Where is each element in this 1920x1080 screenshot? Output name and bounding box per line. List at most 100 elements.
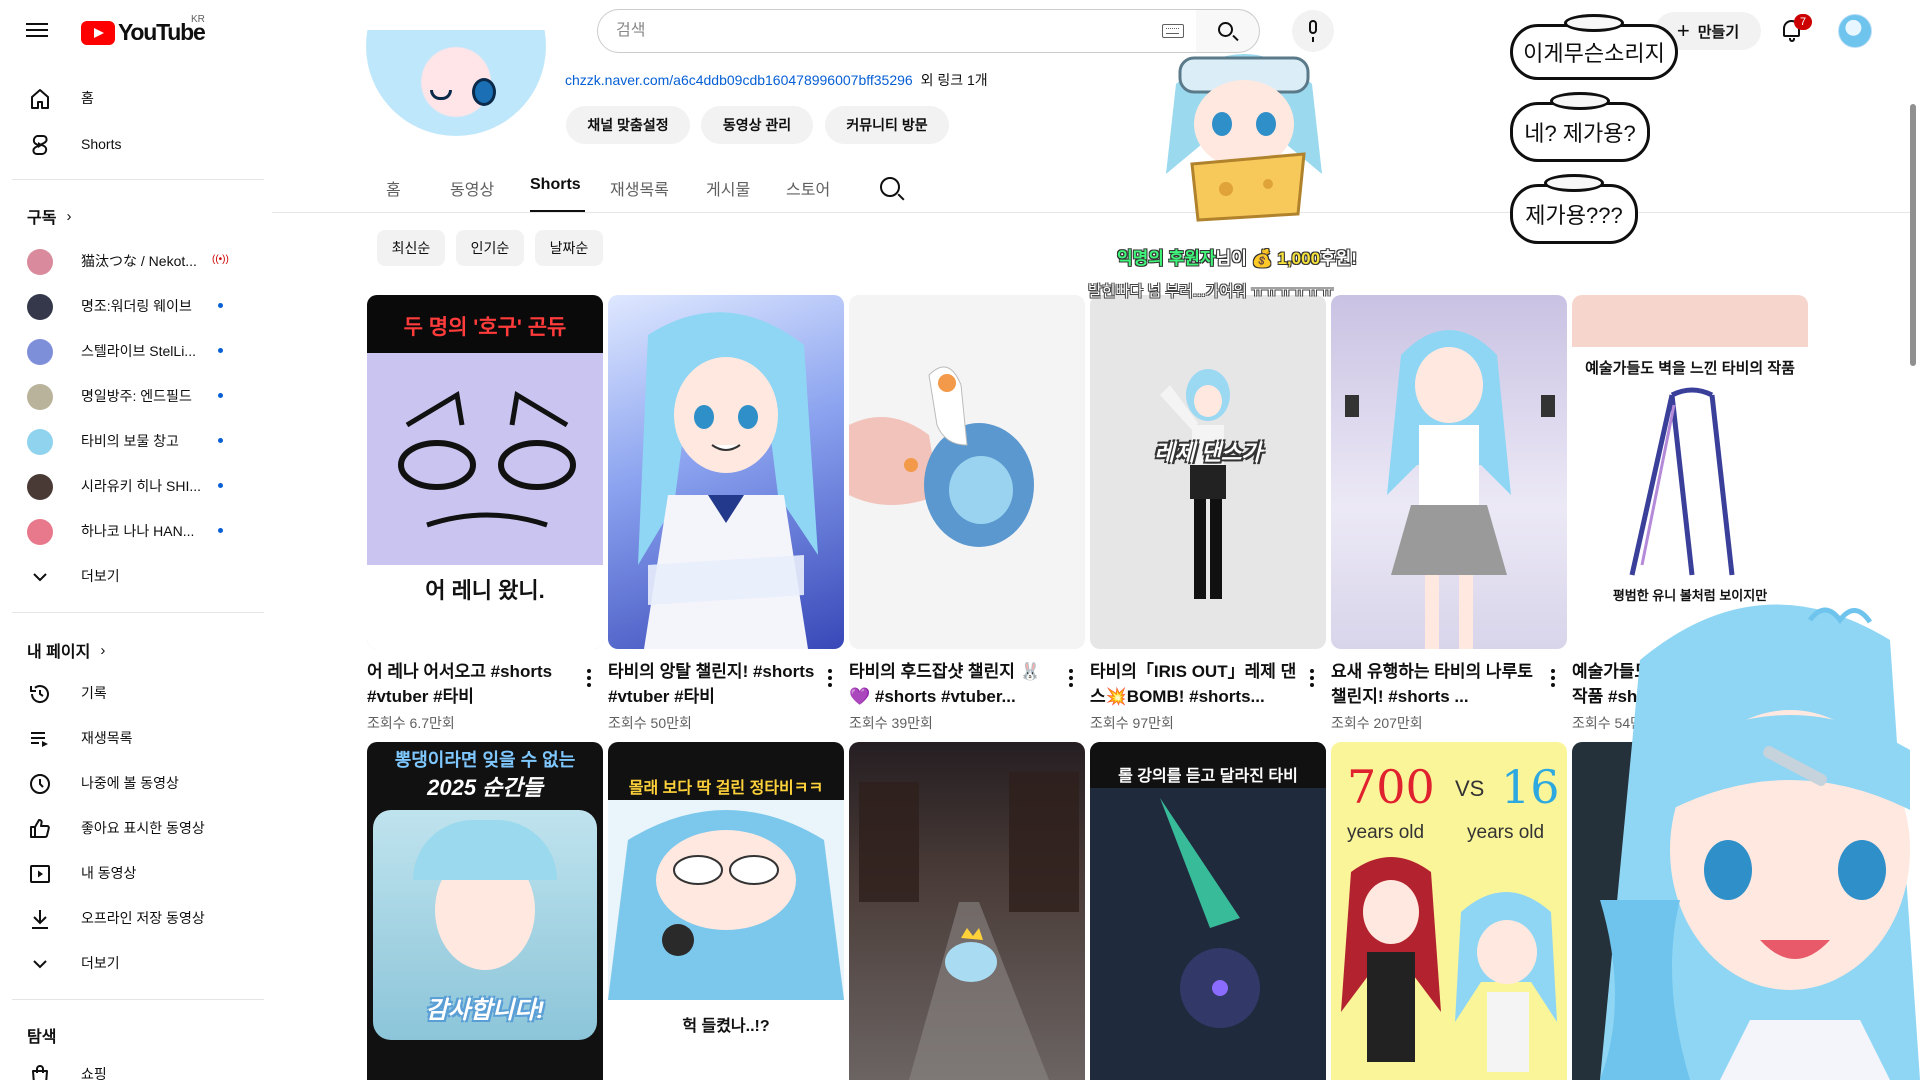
donation-text: 님이 💰 <box>1215 249 1273 268</box>
thumbnail-caption: 헉 들켰나..!? <box>682 1018 770 1035</box>
channel-links[interactable]: chzzk.naver.com/a6c4ddb09cdb160478996007… <box>565 70 988 90</box>
page-scrollbar[interactable] <box>1910 104 1916 366</box>
like-icon <box>30 819 50 838</box>
short-title[interactable]: 타비의 후드잡샷 챌린지 🐰 💜 #shorts #vtuber... <box>849 659 1057 709</box>
new-content-dot <box>218 348 223 353</box>
watch-later-icon <box>30 774 50 794</box>
create-label: 만들기 <box>1697 23 1740 41</box>
dancing-character-illustration <box>1345 330 1555 649</box>
sidebar-item-history[interactable]: 기록 <box>12 673 252 713</box>
short-thumbnail[interactable]: 롤 강의를 듣고 달라진 타비 <box>1090 742 1326 1080</box>
thumbnail-caption: 레제 댄스가 <box>1154 440 1262 465</box>
thumbnail-caption: 감사합니다! <box>425 997 545 1024</box>
sidebar-item-home[interactable]: 홈 <box>12 78 252 118</box>
manage-videos-button[interactable]: 동영상 관리 <box>701 106 813 144</box>
sidebar-item-subscription[interactable]: 명일방주: 엔드필드 <box>12 376 252 416</box>
channel-avatar-large[interactable] <box>366 30 546 136</box>
sidebar-item-label: Shorts <box>81 136 122 152</box>
sidebar-item-shopping[interactable]: 쇼핑 <box>12 1054 252 1080</box>
search-box <box>597 9 1197 53</box>
my-videos-icon <box>30 865 50 883</box>
tab-home[interactable]: 홈 <box>386 176 401 200</box>
channel-avatar <box>27 294 53 320</box>
short-title[interactable]: 어 레나 어서오고 #shorts #vtuber #타비 <box>367 659 575 709</box>
new-content-dot <box>218 483 223 488</box>
sidebar-item-subscription[interactable]: 시라유키 히나 SHI... <box>12 466 252 506</box>
short-title[interactable]: 타비의 앙탈 챌린지! #shorts #vtuber #타비 <box>608 659 816 709</box>
chip-popular[interactable]: 인기순 <box>456 230 524 266</box>
more-options-icon[interactable] <box>826 669 834 691</box>
thumbnail-caption: 예술가들도 벽을 느낀 타비의 작품 <box>1585 360 1795 377</box>
short-thumbnail[interactable]: 레제 댄스가 <box>1090 295 1326 649</box>
chip-latest[interactable]: 최신순 <box>377 230 445 266</box>
sidebar-item-more[interactable]: 더보기 <box>12 943 252 983</box>
sidebar-item-subscription[interactable]: 猫汰つな / Nekot... ((•)) <box>12 241 252 281</box>
more-options-icon[interactable] <box>585 669 593 691</box>
tab-store[interactable]: 스토어 <box>786 176 830 200</box>
visit-community-button[interactable]: 커뮤니티 방문 <box>825 106 949 144</box>
short-thumbnail[interactable]: 뽕댕이라면 잊을 수 없는 2025 순간들 감사합니다! <box>367 742 603 1080</box>
sidebar-item-subscription[interactable]: 스텔라이브 StelLi... <box>12 331 252 371</box>
channel-link-url[interactable]: chzzk.naver.com/a6c4ddb09cdb160478996007… <box>565 72 913 88</box>
tab-playlists[interactable]: 재생목록 <box>610 176 669 200</box>
short-thumbnail[interactable] <box>849 742 1085 1080</box>
speech-bubble: 네? 제가용? <box>1510 92 1650 162</box>
sidebar-item-label: 좋아요 표시한 동영상 <box>81 820 205 836</box>
short-view-count: 조회수 6.7만회 <box>367 715 455 731</box>
chip-oldest[interactable]: 날짜순 <box>535 230 603 266</box>
search-input[interactable] <box>616 22 1136 40</box>
youtube-logo[interactable]: YouTube <box>81 19 206 46</box>
plus-icon: + <box>1676 18 1690 43</box>
divider <box>12 179 264 180</box>
new-content-dot <box>218 438 223 443</box>
sidebar-item-liked[interactable]: 좋아요 표시한 동영상 <box>12 808 252 848</box>
more-options-icon[interactable] <box>1067 669 1075 691</box>
more-options-icon[interactable] <box>1549 669 1557 691</box>
sidebar-item-label: 시라유키 히나 SHI... <box>81 478 202 494</box>
thumbnail-number: 700 <box>1347 760 1435 814</box>
customize-channel-button[interactable]: 채널 맞춤설정 <box>566 106 690 144</box>
account-avatar[interactable] <box>1838 14 1872 48</box>
menu-icon[interactable] <box>26 20 48 42</box>
short-thumbnail[interactable]: 700 VS 16 years old years old <box>1331 742 1567 1080</box>
channel-link-more[interactable]: 외 링크 1개 <box>921 72 988 88</box>
dancing-character-illustration <box>1160 369 1230 599</box>
short-thumbnail[interactable]: 몰래 보다 딱 걸린 정타비ㅋㅋ 헉 들켰나..!? <box>608 742 844 1080</box>
short-thumbnail[interactable]: 두 명의 '호구' 곤듀 어 레니 왔니. <box>367 295 603 649</box>
sidebar-item-label: 타비의 보물 창고 <box>81 433 179 449</box>
sidebar-item-label: 더보기 <box>81 568 120 584</box>
short-thumbnail[interactable] <box>849 295 1085 649</box>
tab-videos[interactable]: 동영상 <box>450 176 494 200</box>
tab-shorts[interactable]: Shorts <box>530 176 581 194</box>
short-thumbnail[interactable]: 예술가들도 벽을 느낀 타비의 작품 평범한 유니 볼처럼 보이지만 <box>1572 295 1808 649</box>
thumbnail-caption: 두 명의 '호구' 곤듀 <box>403 316 567 339</box>
sidebar-item-watch-later[interactable]: 나중에 볼 동영상 <box>12 763 252 803</box>
tab-posts[interactable]: 게시물 <box>706 176 750 200</box>
explore-title: 탐색 <box>27 1023 56 1047</box>
you-title[interactable]: 내 페이지 › <box>27 638 105 662</box>
sidebar-item-shorts[interactable]: Shorts <box>12 124 252 164</box>
character-illustration <box>638 312 818 649</box>
playlist-icon <box>31 732 48 747</box>
more-options-icon[interactable] <box>1308 669 1316 691</box>
sidebar-item-label: 재생목록 <box>81 730 133 746</box>
channel-avatar <box>27 429 53 455</box>
sidebar-item-playlists[interactable]: 재생목록 <box>12 718 252 758</box>
short-thumbnail[interactable] <box>1331 295 1567 649</box>
short-thumbnail[interactable] <box>608 295 844 649</box>
sidebar-item-more[interactable]: 더보기 <box>12 556 252 596</box>
search-icon[interactable] <box>880 177 900 197</box>
mascot-holding-cheese-illustration <box>1166 54 1322 222</box>
speech-bubble: 제가용??? <box>1510 174 1638 244</box>
short-title[interactable]: 타비의「IRIS OUT」레제 댄스💥BOMB! #shorts... <box>1090 659 1298 709</box>
sidebar-item-your-videos[interactable]: 내 동영상 <box>12 853 252 893</box>
short-title[interactable]: 요새 유행하는 타비의 나루토 챌린지! #shorts ... <box>1331 659 1539 709</box>
sidebar-item-subscription[interactable]: 명조:워더링 웨이브 <box>12 286 252 326</box>
sidebar-item-subscription[interactable]: 하나코 나나 HAN... <box>12 511 252 551</box>
notification-badge: 7 <box>1794 14 1812 30</box>
sidebar-item-downloads[interactable]: 오프라인 저장 동영상 <box>12 898 252 938</box>
new-content-dot <box>218 303 223 308</box>
subscriptions-title[interactable]: 구독 › <box>27 204 71 228</box>
sidebar-item-subscription[interactable]: 타비의 보물 창고 <box>12 421 252 461</box>
channel-avatar-image <box>366 30 546 136</box>
